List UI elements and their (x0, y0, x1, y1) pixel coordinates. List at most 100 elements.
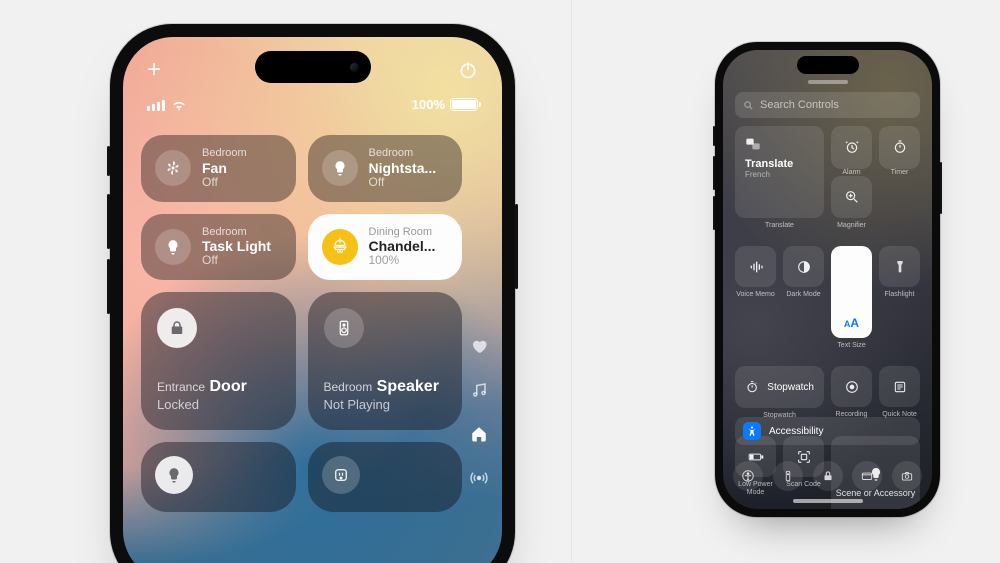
tile-name: Door (209, 378, 246, 395)
search-placeholder: Search Controls (760, 99, 839, 111)
page-indicator[interactable] (470, 337, 488, 487)
broadcast-icon[interactable] (470, 469, 488, 487)
accessibility-label: Accessibility (769, 426, 823, 437)
layout-divider (571, 0, 572, 563)
tile-name: Task Light (202, 238, 271, 254)
phone-left-frame: + 100% (110, 24, 515, 563)
tile-speaker[interactable]: Bedroom Speaker Not Playing (308, 292, 463, 430)
tile-fan[interactable]: Bedroom Fan Off (141, 135, 296, 202)
tile-room: Entrance (157, 380, 205, 394)
recording-icon (844, 379, 860, 395)
flashlight-icon (892, 259, 908, 275)
section-accessibility[interactable]: Accessibility (735, 417, 920, 445)
tile-name: Chandel... (369, 238, 436, 254)
alarm-icon (844, 139, 860, 155)
dock-lock[interactable] (813, 461, 843, 491)
phone-side-button (107, 146, 110, 176)
stopwatch-title: Stopwatch (767, 382, 814, 393)
control-label: Flashlight (885, 291, 915, 305)
phone-side-button (107, 194, 110, 249)
dynamic-island (797, 56, 859, 74)
tile-state: 100% (369, 254, 436, 268)
phone-side-button (713, 126, 715, 146)
phone-side-button (515, 204, 518, 289)
timer-icon (892, 139, 908, 155)
control-flashlight[interactable]: Flashlight (879, 246, 920, 356)
tile-name: Nightsta... (369, 160, 437, 176)
translate-icon (745, 136, 761, 152)
control-timer-col2: - (879, 126, 920, 236)
heart-icon[interactable] (470, 337, 488, 355)
control-label: Translate (765, 222, 794, 236)
bulb-icon (155, 456, 193, 494)
note-icon (892, 379, 908, 395)
stopwatch-icon (745, 379, 759, 395)
home-icon[interactable] (470, 425, 488, 443)
dark-mode-icon (796, 259, 812, 275)
bulb-icon (322, 150, 358, 186)
phone-side-button (713, 156, 715, 190)
phone-right-frame: Search Controls Translate French Transla… (715, 42, 940, 517)
tile-light[interactable] (141, 442, 296, 512)
text-size-icon: AA (844, 316, 859, 330)
chandelier-icon (322, 229, 358, 265)
search-icon (743, 100, 754, 111)
phone-left-screen: + 100% (123, 37, 502, 563)
accessibility-icon (743, 422, 761, 440)
tile-task-light[interactable]: Bedroom Task Light Off (141, 214, 296, 281)
control-label: Voice Memo (736, 291, 775, 305)
dock-accessibility[interactable] (733, 461, 763, 491)
translate-title: Translate (745, 158, 793, 170)
control-magnifier[interactable] (831, 176, 872, 219)
outlet-icon (322, 456, 360, 494)
dock-wallet[interactable] (852, 461, 882, 491)
add-button[interactable]: + (147, 56, 161, 84)
bulb-icon (155, 229, 191, 265)
cellular-icon (147, 100, 165, 111)
tile-state: Not Playing (324, 397, 390, 412)
tile-name: Fan (202, 160, 247, 176)
tile-state: Off (202, 176, 247, 190)
status-bar: 100% (147, 97, 478, 112)
tile-name: Speaker (377, 378, 439, 395)
tile-chandelier[interactable]: Dining Room Chandel... 100% (308, 214, 463, 281)
control-dark-mode[interactable]: Dark Mode (783, 246, 824, 356)
translate-subtitle: French (745, 170, 770, 179)
phone-side-button (713, 196, 715, 230)
battery-percent: 100% (412, 97, 445, 112)
wifi-icon (171, 99, 187, 111)
tile-room: Dining Room (369, 226, 436, 239)
search-controls-field[interactable]: Search Controls (735, 92, 920, 118)
home-indicator[interactable] (793, 499, 863, 503)
control-label: Magnifier (837, 222, 866, 236)
control-voice-memo[interactable]: Voice Memo (735, 246, 776, 356)
power-button[interactable] (458, 60, 478, 80)
fan-icon (155, 150, 191, 186)
grabber[interactable] (723, 80, 932, 84)
speaker-icon (324, 308, 364, 348)
tile-state: Off (369, 176, 437, 190)
magnifier-icon (844, 189, 860, 205)
battery-icon (450, 98, 478, 111)
tile-room: Bedroom (324, 380, 373, 394)
tile-door[interactable]: Entrance Door Locked (141, 292, 296, 430)
control-text-size[interactable]: AA Text Size (831, 246, 872, 356)
power-icon (458, 60, 478, 80)
control-dock (733, 461, 922, 491)
phone-side-button (940, 162, 942, 214)
control-translate[interactable]: Translate French Translate (735, 126, 824, 236)
tile-nightstand[interactable]: Bedroom Nightsta... Off (308, 135, 463, 202)
phone-side-button (107, 259, 110, 314)
waveform-icon (748, 259, 764, 275)
music-icon[interactable] (470, 381, 488, 399)
tile-room: Bedroom (202, 147, 247, 160)
tile-room: Bedroom (369, 147, 437, 160)
dock-remote[interactable] (773, 461, 803, 491)
phone-right-screen: Search Controls Translate French Transla… (723, 50, 932, 509)
tile-outlet[interactable] (308, 442, 463, 512)
control-alarm[interactable] (831, 126, 872, 169)
dock-camera[interactable] (892, 461, 922, 491)
control-label: Dark Mode (786, 291, 820, 305)
control-timer[interactable] (879, 126, 920, 169)
control-label: Text Size (837, 342, 865, 356)
